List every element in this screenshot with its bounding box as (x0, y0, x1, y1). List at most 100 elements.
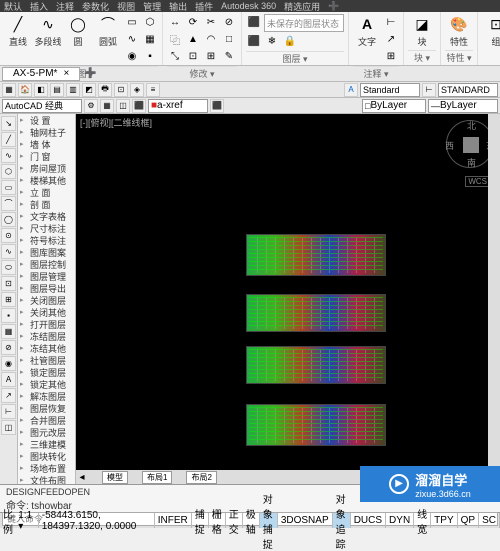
vertical-scrollbar[interactable] (488, 114, 500, 470)
layer-item[interactable]: ▸三维建模 (18, 438, 75, 450)
scroll-left-icon[interactable]: ◂ (76, 472, 88, 483)
tool-icon[interactable]: ◉ (1, 356, 16, 371)
ellipse-icon[interactable]: ◉ (124, 48, 140, 64)
status-toggle[interactable]: DYN (386, 513, 414, 528)
text-button[interactable]: A文字 (353, 14, 381, 48)
tool-icon[interactable]: ◈ (130, 83, 144, 97)
tool-icon[interactable]: ╱ (1, 132, 16, 147)
layer-state-dropdown[interactable]: 未保存的图层状态 (264, 14, 344, 32)
tool-icon[interactable]: 🏠 (18, 83, 32, 97)
tab[interactable]: 插件 (195, 0, 213, 13)
tool-icon[interactable]: □ (221, 31, 237, 47)
style-icon[interactable]: A (344, 83, 358, 97)
layer-item[interactable]: ▸设 置 (18, 114, 75, 126)
model-tab[interactable]: 模型 (102, 471, 128, 484)
linetype-dropdown[interactable]: — ByLayer (428, 99, 498, 113)
tab-add[interactable]: ➕ (328, 1, 339, 12)
gear-icon[interactable]: ⚙ (84, 99, 98, 113)
tool-icon[interactable]: ◧ (34, 83, 48, 97)
text-style-dropdown[interactable]: Standard (360, 83, 420, 97)
layer-item[interactable]: ▸墙 体 (18, 138, 75, 150)
tool-icon[interactable]: ≡ (146, 83, 160, 97)
tool-icon[interactable]: ▦ (2, 83, 16, 97)
tool-icon[interactable]: ⬭ (1, 260, 16, 275)
status-toggle[interactable]: DUCS (351, 513, 386, 528)
dim-icon[interactable]: ⊢ (383, 14, 399, 30)
layer-item[interactable]: ▸楼梯其他 (18, 174, 75, 186)
tool-icon[interactable]: ▤ (50, 83, 64, 97)
status-toggle[interactable]: 正交 (226, 513, 243, 528)
status-toggle[interactable]: TPY (431, 513, 457, 528)
layer-item[interactable]: ▸符号标注 (18, 234, 75, 246)
layout-tab[interactable]: 布局1 (142, 471, 172, 484)
layer-item[interactable]: ▸尺寸标注 (18, 222, 75, 234)
scale-button[interactable]: 比例 1:1 ▾ (0, 513, 39, 528)
layer-item[interactable]: ▸门 窗 (18, 150, 75, 162)
layer-item[interactable]: ▸图层控制 (18, 258, 75, 270)
tool-icon[interactable]: ✎ (221, 48, 237, 64)
group-button[interactable]: ⊡组 (482, 14, 500, 48)
tab[interactable]: 管理 (143, 0, 161, 13)
workspace-dropdown[interactable]: AutoCAD 经典 (2, 99, 82, 113)
color-dropdown[interactable]: □ ByLayer (362, 99, 426, 113)
layer-item[interactable]: ▸关闭其他 (18, 306, 75, 318)
tool-icon[interactable]: ◩ (82, 83, 96, 97)
tool-icon[interactable]: ▦ (100, 99, 114, 113)
tool-icon[interactable]: ⊘ (1, 340, 16, 355)
layout-tab[interactable]: 布局2 (186, 471, 216, 484)
status-toggle[interactable]: 对象捕捉 (260, 513, 278, 528)
layer-item[interactable]: ▸场地布置 (18, 462, 75, 474)
scale-icon[interactable]: ⊡ (185, 48, 201, 64)
rect-icon[interactable]: ▭ (124, 14, 140, 30)
layer-item[interactable]: ▸打开图层 (18, 318, 75, 330)
tool-icon[interactable]: ∿ (1, 148, 16, 163)
viewport-label[interactable]: [-][俯视][二维线框] (80, 116, 152, 129)
dim-style-icon[interactable]: ⊢ (422, 83, 436, 97)
tool-icon[interactable]: ⬛ (210, 99, 224, 113)
layer-item[interactable]: ▸锁定其他 (18, 378, 75, 390)
array-icon[interactable]: ⊞ (203, 48, 219, 64)
file-tab[interactable]: AX-5-PM*× (2, 67, 80, 81)
tool-icon[interactable]: ⬛ (132, 99, 146, 113)
tool-icon[interactable]: ▥ (66, 83, 80, 97)
mirror-icon[interactable]: ▲ (185, 31, 201, 47)
drawing-canvas[interactable]: [-][俯视][二维线框] 北 南 东 西 WCS (76, 114, 500, 484)
layer-item[interactable]: ▸图层管理 (18, 270, 75, 282)
tool-icon[interactable]: ⊡ (114, 83, 128, 97)
status-toggle[interactable]: QP (458, 513, 479, 528)
layer-item[interactable]: ▸合并图层 (18, 414, 75, 426)
tool-icon[interactable]: ▪ (1, 308, 16, 323)
tool-icon[interactable]: ▦ (1, 324, 16, 339)
tool-icon[interactable]: A (1, 372, 16, 387)
leader-icon[interactable]: ↗ (383, 31, 399, 47)
tool-icon[interactable]: ⊢ (1, 404, 16, 419)
tool-icon[interactable]: ⊙ (1, 228, 16, 243)
status-toggle[interactable]: INFER (155, 513, 192, 528)
status-toggle[interactable]: 极轴 (243, 513, 260, 528)
rotate-icon[interactable]: ⟳ (185, 14, 201, 30)
block-button[interactable]: ◪块 (408, 14, 436, 48)
copy-icon[interactable]: ⿻ (167, 31, 183, 47)
point-icon[interactable]: ▪ (142, 48, 158, 64)
add-tab-icon[interactable]: ➕ (84, 68, 96, 79)
layer-item[interactable]: ▸锁定图层 (18, 366, 75, 378)
tool-icon[interactable]: ∿ (1, 244, 16, 259)
status-toggle[interactable]: 捕捉 (192, 513, 209, 528)
spline-icon[interactable]: ∿ (124, 31, 140, 47)
move-icon[interactable]: ↔ (167, 14, 183, 30)
tool-icon[interactable]: 🖶 (98, 83, 112, 97)
status-toggle[interactable]: SC (479, 513, 500, 528)
circle-button[interactable]: ◯圆 (64, 14, 92, 48)
layer-icon[interactable]: ❄ (264, 33, 280, 49)
tab[interactable]: 输出 (169, 0, 187, 13)
trim-icon[interactable]: ✂ (203, 14, 219, 30)
tab[interactable]: 视图 (117, 0, 135, 13)
line-button[interactable]: ╱直线 (4, 14, 32, 48)
layer-item[interactable]: ▸图元改层 (18, 426, 75, 438)
layer-item[interactable]: ▸轴网柱子 (18, 126, 75, 138)
layer-item[interactable]: ▸解冻图层 (18, 390, 75, 402)
arc-button[interactable]: ⌒圆弧 (94, 14, 122, 48)
tab[interactable]: Autodesk 360 (221, 1, 276, 11)
layer-icon[interactable]: ⬛ (246, 33, 262, 49)
hatch-icon[interactable]: ▦ (142, 31, 158, 47)
